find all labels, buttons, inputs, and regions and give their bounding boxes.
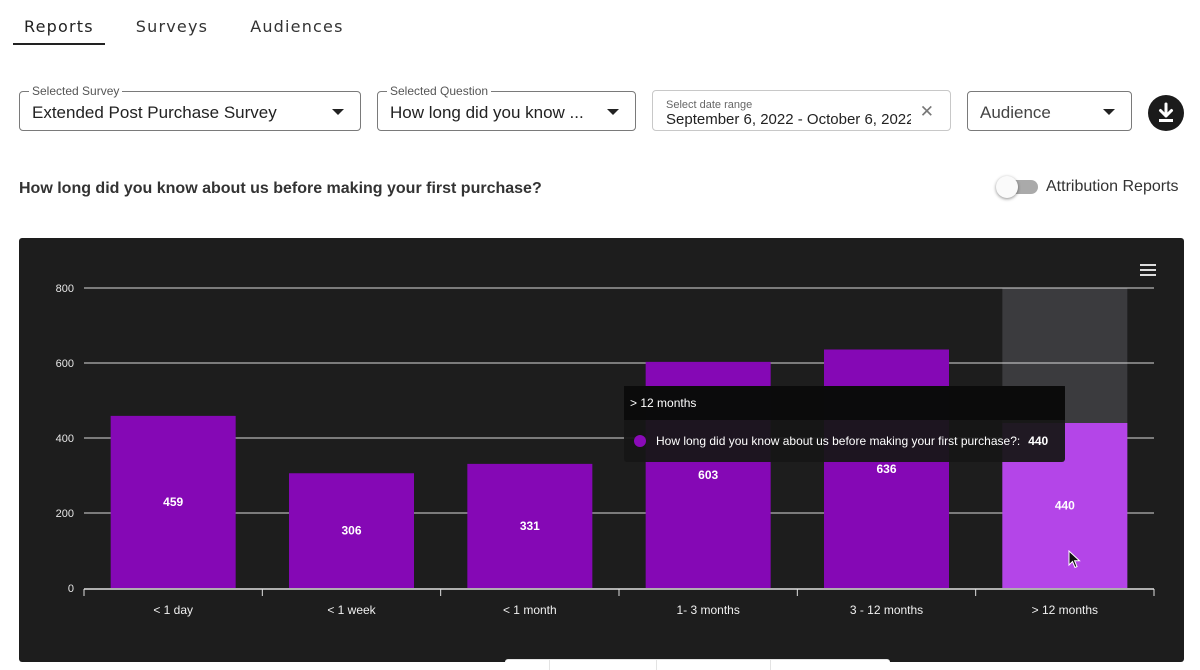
data-label: 331	[520, 519, 540, 533]
report-tabs: Reports Surveys Audiences	[13, 0, 375, 46]
x-tick-label: 3 - 12 months	[850, 603, 923, 617]
audience-select[interactable]: Audience	[967, 91, 1132, 131]
question-select-label: Selected Question	[387, 84, 492, 98]
series-color-dot	[634, 435, 646, 447]
caret-down-icon	[607, 109, 619, 115]
caret-down-icon	[332, 109, 344, 115]
date-range-label: Select date range	[666, 99, 753, 111]
question-select-value: How long did you know ...	[390, 103, 584, 122]
attribution-reports-label: Attribution Reports	[1046, 178, 1179, 195]
survey-select-label: Selected Survey	[29, 84, 123, 98]
x-tick-label: < 1 month	[503, 603, 557, 617]
close-icon[interactable]: ✕	[920, 102, 934, 122]
hamburger-menu-icon[interactable]	[1140, 264, 1156, 279]
question-select[interactable]: Selected Question How long did you know …	[377, 84, 636, 131]
audience-select-value: Audience	[980, 103, 1051, 122]
question-title: How long did you know about us before ma…	[19, 180, 542, 197]
toggle-switch[interactable]	[996, 176, 1038, 198]
tooltip-body: How long did you know about us before ma…	[624, 420, 1065, 448]
toggle-knob	[996, 176, 1018, 198]
y-tick-label: 200	[56, 508, 74, 520]
data-label: 459	[163, 495, 183, 509]
bottom-panel-edge	[505, 659, 890, 670]
survey-select[interactable]: Selected Survey Extended Post Purchase S…	[19, 84, 361, 131]
tooltip-value: 440	[1028, 434, 1049, 448]
download-icon	[1159, 102, 1173, 122]
tooltip-header: > 12 months	[624, 386, 1065, 420]
y-tick-label: 800	[56, 283, 74, 295]
x-tick-label: 1- 3 months	[676, 603, 739, 617]
y-tick-label: 600	[56, 358, 74, 370]
tooltip-series-label: How long did you know about us before ma…	[656, 434, 1021, 448]
date-range-value: September 6, 2022 - October 6, 2022	[666, 111, 911, 128]
tab-reports[interactable]: Reports	[13, 0, 105, 45]
date-range-picker[interactable]: Select date range September 6, 2022 - Oc…	[652, 90, 951, 131]
y-tick-label: 400	[56, 433, 74, 445]
data-label: 440	[1055, 499, 1075, 513]
mouse-pointer-icon	[1068, 550, 1081, 569]
download-button[interactable]	[1148, 95, 1184, 131]
data-label: 636	[876, 462, 896, 476]
x-tick-label: < 1 day	[153, 603, 193, 617]
x-tick-label: > 12 months	[1032, 603, 1098, 617]
y-tick-label: 0	[68, 583, 74, 595]
chart-tooltip: > 12 months How long did you know about …	[624, 386, 1065, 462]
survey-select-value: Extended Post Purchase Survey	[32, 103, 277, 122]
tab-surveys[interactable]: Surveys	[125, 0, 219, 45]
data-label: 603	[698, 468, 718, 482]
attribution-reports-toggle[interactable]: Attribution Reports	[996, 176, 1179, 198]
tab-audiences[interactable]: Audiences	[239, 0, 354, 45]
x-tick-label: < 1 week	[327, 603, 376, 617]
caret-down-icon	[1103, 109, 1115, 115]
data-label: 306	[341, 524, 361, 538]
